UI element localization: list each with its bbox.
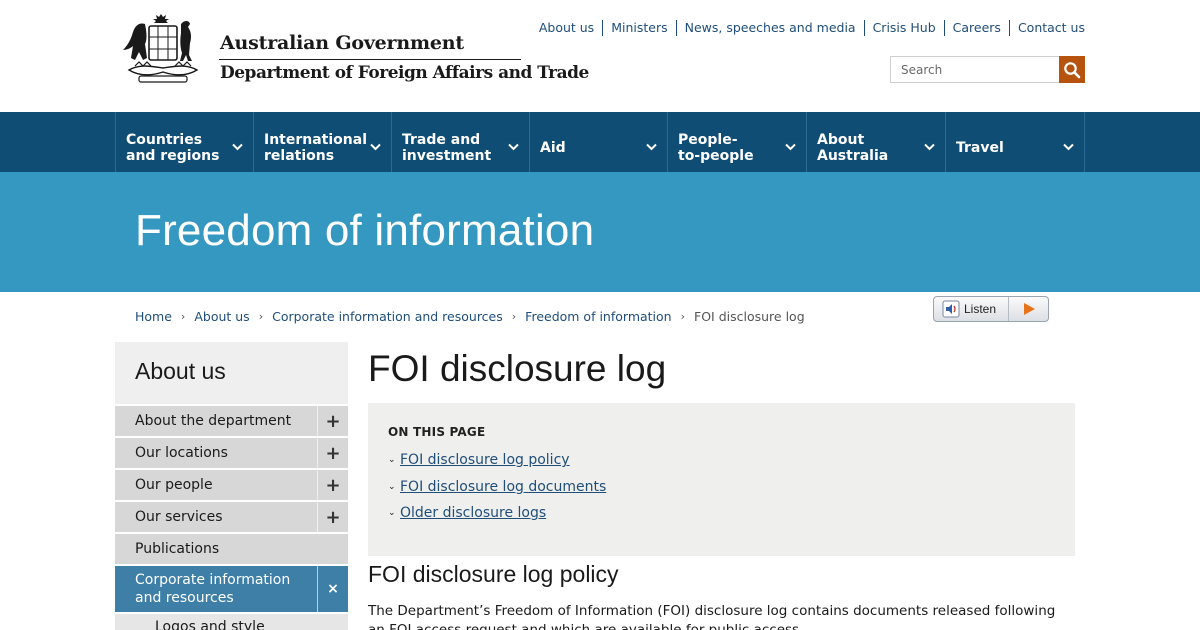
- nav-people-to-people[interactable]: People-to-people: [667, 112, 806, 172]
- nav-label: International relations: [264, 132, 368, 164]
- page-banner: Freedom of information: [0, 172, 1200, 292]
- sidebar-item-about-the-department[interactable]: About the department +: [115, 406, 348, 436]
- util-link-about-us[interactable]: About us: [531, 20, 602, 36]
- breadcrumb-current: FOI disclosure log: [694, 309, 805, 324]
- chevron-down-icon: ⌄: [388, 508, 396, 519]
- search-input[interactable]: [890, 56, 1059, 83]
- sidebar-item-label: Our services: [135, 509, 223, 525]
- nav-label: Aid: [540, 140, 566, 156]
- breadcrumb-about-us[interactable]: About us: [194, 309, 249, 324]
- chevron-down-icon: [232, 143, 243, 151]
- page-title: FOI disclosure log: [368, 348, 667, 389]
- chevron-down-icon: [508, 143, 519, 151]
- nav-international-relations[interactable]: International relations: [253, 112, 391, 172]
- banner-title: Freedom of information: [135, 206, 595, 255]
- chevron-down-icon: [370, 143, 381, 151]
- nav-travel[interactable]: Travel: [945, 112, 1085, 172]
- site-header: Australian Government Department of Fore…: [0, 0, 1200, 112]
- util-link-news[interactable]: News, speeches and media: [675, 20, 864, 36]
- sidebar-subitem-logos-and-style[interactable]: Logos and style: [115, 614, 348, 630]
- sidebar-item-label: Corporate information and resources: [135, 571, 290, 607]
- expand-icon[interactable]: +: [317, 438, 348, 468]
- sidebar-nav: About us About the department + Our loca…: [115, 342, 348, 630]
- government-logo[interactable]: Australian Government Department of Fore…: [115, 14, 589, 88]
- chevron-down-icon: [1063, 143, 1074, 151]
- listen-button[interactable]: Listen: [933, 296, 1049, 322]
- search-icon: [1064, 61, 1081, 78]
- expand-icon[interactable]: +: [317, 470, 348, 500]
- nav-about-australia[interactable]: About Australia: [806, 112, 945, 172]
- sidebar-item-label: About the department: [135, 413, 292, 429]
- main-nav: Countries and regions International rela…: [0, 112, 1200, 172]
- nav-label: Countries and regions: [126, 132, 220, 164]
- nav-aid[interactable]: Aid: [529, 112, 667, 172]
- util-link-ministers[interactable]: Ministers: [602, 20, 675, 36]
- listen-label: Listen: [964, 302, 997, 316]
- nav-countries-and-regions[interactable]: Countries and regions: [115, 112, 253, 172]
- on-this-page-list: ⌄ FOI disclosure log policy ⌄ FOI disclo…: [388, 447, 1055, 527]
- chevron-down-icon: [646, 143, 657, 151]
- main-content: FOI disclosure log ON THIS PAGE ⌄ FOI di…: [368, 342, 1075, 630]
- nav-label: Trade and investment: [402, 132, 492, 164]
- coat-of-arms-icon: [123, 14, 199, 83]
- expand-icon[interactable]: +: [317, 502, 348, 532]
- util-link-contact-us[interactable]: Contact us: [1008, 20, 1085, 36]
- sidebar-item-corporate-information[interactable]: Corporate information and resources ×: [115, 566, 348, 612]
- play-icon[interactable]: [1008, 297, 1048, 321]
- breadcrumb-home[interactable]: Home: [135, 309, 172, 324]
- list-item: ⌄ FOI disclosure log documents: [388, 474, 1055, 501]
- speaker-icon: [940, 297, 962, 321]
- sidebar-item-our-people[interactable]: Our people +: [115, 470, 348, 500]
- list-item: ⌄ Older disclosure logs: [388, 500, 1055, 527]
- logo-divider: [219, 59, 521, 60]
- sidebar-item-label-line2: and resources: [135, 590, 234, 606]
- breadcrumb-corporate-information[interactable]: Corporate information and resources: [272, 309, 503, 324]
- breadcrumb-separator: ›: [680, 310, 686, 323]
- nav-trade-and-investment[interactable]: Trade and investment: [391, 112, 529, 172]
- util-link-crisis-hub[interactable]: Crisis Hub: [863, 20, 944, 36]
- util-link-careers[interactable]: Careers: [943, 20, 1009, 36]
- breadcrumb-separator: ›: [511, 310, 517, 323]
- section-heading: FOI disclosure log policy: [368, 561, 619, 587]
- nav-label: People-to-people: [678, 132, 754, 164]
- breadcrumb: Home › About us › Corporate information …: [135, 309, 805, 324]
- sidebar-item-our-services[interactable]: Our services +: [115, 502, 348, 532]
- on-this-page-heading: ON THIS PAGE: [388, 425, 486, 439]
- on-this-page-box: ON THIS PAGE ⌄ FOI disclosure log policy…: [368, 403, 1075, 556]
- breadcrumb-separator: ›: [258, 310, 264, 323]
- anchor-link-documents[interactable]: FOI disclosure log documents: [400, 479, 606, 495]
- sidebar-item-label: Publications: [135, 541, 220, 557]
- search-button[interactable]: [1059, 56, 1085, 83]
- government-name: Australian Government: [220, 32, 464, 54]
- anchor-link-older-logs[interactable]: Older disclosure logs: [400, 505, 546, 521]
- sidebar-item-publications[interactable]: Publications: [115, 534, 348, 564]
- expand-icon[interactable]: +: [317, 406, 348, 436]
- sidebar-item-label: Our people: [135, 477, 213, 493]
- sidebar-title[interactable]: About us: [115, 342, 348, 404]
- breadcrumb-separator: ›: [180, 310, 186, 323]
- chevron-down-icon: ⌄: [388, 481, 396, 492]
- chevron-down-icon: ⌄: [388, 455, 396, 466]
- body-paragraph: The Department’s Freedom of Information …: [368, 603, 1056, 630]
- chevron-down-icon: [924, 143, 935, 151]
- list-item: ⌄ FOI disclosure log policy: [388, 447, 1055, 474]
- collapse-icon[interactable]: ×: [317, 566, 348, 612]
- department-name: Department of Foreign Affairs and Trade: [220, 63, 589, 83]
- nav-label: About Australia: [817, 132, 889, 164]
- anchor-link-policy[interactable]: FOI disclosure log policy: [400, 452, 570, 468]
- sidebar-item-label: Our locations: [135, 445, 228, 461]
- sidebar-item-label-line1: Corporate information: [135, 572, 291, 588]
- search-box: [890, 56, 1085, 83]
- nav-label: Travel: [956, 140, 1004, 156]
- chevron-down-icon: [785, 143, 796, 151]
- utility-nav: About us Ministers News, speeches and me…: [531, 20, 1085, 36]
- breadcrumb-freedom-of-information[interactable]: Freedom of information: [525, 309, 671, 324]
- sidebar-item-our-locations[interactable]: Our locations +: [115, 438, 348, 468]
